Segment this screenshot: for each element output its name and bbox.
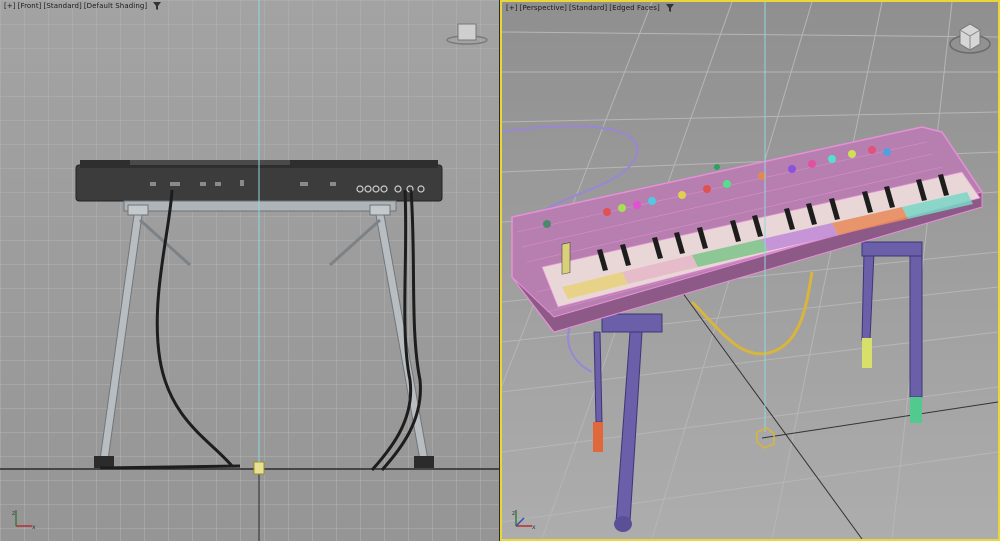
front-scene xyxy=(0,0,499,541)
front-viewport-label[interactable]: [+] [Front] [Standard] [Default Shading] xyxy=(4,2,162,10)
viewport-shading-menu[interactable]: [Edged Faces] xyxy=(609,4,660,12)
perspective-viewport-label[interactable]: [+] [Perspective] [Standard] [Edged Face… xyxy=(506,4,674,12)
axis-tripod-icon: z x xyxy=(12,510,36,530)
viewport-standard-menu[interactable]: [Standard] xyxy=(569,4,607,12)
svg-text:x: x xyxy=(32,524,36,530)
svg-text:z: z xyxy=(12,510,15,517)
svg-text:z: z xyxy=(512,510,515,517)
perspective-scene xyxy=(502,2,998,539)
view-cube-icon[interactable] xyxy=(946,18,994,58)
front-viewport[interactable]: [+] [Front] [Standard] [Default Shading]… xyxy=(0,0,499,541)
filter-icon[interactable] xyxy=(665,4,674,12)
perspective-viewport[interactable]: [+] [Perspective] [Standard] [Edged Face… xyxy=(500,0,1000,541)
svg-text:x: x xyxy=(532,524,536,530)
filter-icon[interactable] xyxy=(153,2,162,10)
viewport-shading-menu[interactable]: [Default Shading] xyxy=(84,2,147,10)
viewport-point-of-view[interactable]: [Perspective] xyxy=(520,4,567,12)
perspective-axis-x xyxy=(681,291,863,539)
axis-tripod-icon: z x xyxy=(512,510,536,530)
viewport-standard-menu[interactable]: [Standard] xyxy=(44,2,82,10)
pivot-front xyxy=(253,461,265,475)
viewport-point-of-view[interactable]: [Front] xyxy=(18,2,42,10)
perspective-axis-y xyxy=(761,401,998,439)
viewport-menu-plus[interactable]: [+] xyxy=(4,2,16,10)
app-root: [+] [Front] [Standard] [Default Shading]… xyxy=(0,0,1000,541)
viewport-menu-plus[interactable]: [+] xyxy=(506,4,518,12)
view-cube-icon[interactable] xyxy=(443,20,491,48)
